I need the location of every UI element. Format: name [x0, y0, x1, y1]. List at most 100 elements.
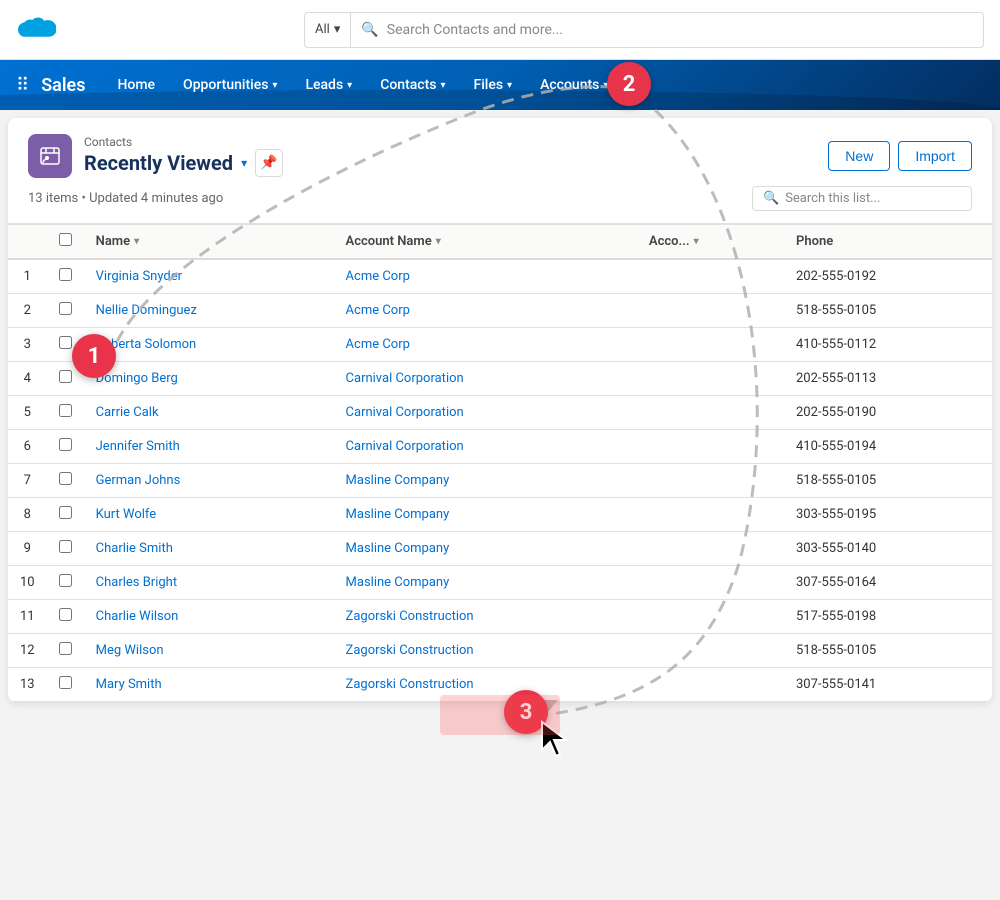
contact-name-link[interactable]: Jennifer Smith — [96, 439, 180, 454]
contact-name-link[interactable]: Domingo Berg — [96, 371, 178, 386]
table-row: 3 Roberta Solomon Acme Corp 410-555-0112 — [8, 328, 992, 362]
row-checkbox[interactable] — [59, 472, 72, 485]
acct2-sort[interactable]: Acco... ▾ — [649, 234, 772, 249]
row-checkbox-cell — [47, 532, 84, 566]
table-row: 10 Charles Bright Masline Company 307-55… — [8, 566, 992, 600]
pin-button[interactable]: 📌 — [255, 149, 283, 177]
row-checkbox-cell — [47, 668, 84, 702]
main-panel: Contacts Recently Viewed ▾ 📌 New Import … — [8, 118, 992, 702]
chevron-down-icon: ▾ — [334, 22, 341, 37]
col-name: Name ▾ — [84, 225, 334, 260]
table-row: 4 Domingo Berg Carnival Corporation 202-… — [8, 362, 992, 396]
account-sort[interactable]: Account Name ▾ — [346, 234, 625, 249]
row-acct2 — [637, 464, 784, 498]
row-acct2 — [637, 430, 784, 464]
row-name: Jennifer Smith — [84, 430, 334, 464]
row-checkbox[interactable] — [59, 574, 72, 587]
row-checkbox-cell — [47, 294, 84, 328]
account-name-link[interactable]: Masline Company — [346, 541, 450, 556]
sort-icon: ▾ — [694, 236, 699, 247]
row-checkbox[interactable] — [59, 336, 72, 349]
row-checkbox[interactable] — [59, 642, 72, 655]
row-phone: 202-555-0113 — [784, 362, 992, 396]
row-phone: 303-555-0140 — [784, 532, 992, 566]
contact-name-link[interactable]: Charlie Smith — [96, 541, 173, 556]
row-phone: 410-555-0112 — [784, 328, 992, 362]
search-icon: 🔍 — [763, 191, 779, 206]
row-checkbox[interactable] — [59, 540, 72, 553]
row-checkbox[interactable] — [59, 676, 72, 689]
nav-item-opportunities[interactable]: Opportunities ▾ — [171, 71, 289, 99]
row-name: Meg Wilson — [84, 634, 334, 668]
row-phone: 202-555-0192 — [784, 259, 992, 294]
row-acct2 — [637, 328, 784, 362]
view-dropdown-arrow[interactable]: ▾ — [241, 156, 247, 170]
chevron-down-icon: ▾ — [272, 80, 277, 91]
account-name-link[interactable]: Carnival Corporation — [346, 439, 464, 454]
row-acct2 — [637, 294, 784, 328]
row-checkbox[interactable] — [59, 506, 72, 519]
row-checkbox[interactable] — [59, 268, 72, 281]
nav-item-accounts[interactable]: Accounts ▾ — [528, 71, 620, 99]
row-phone: 410-555-0194 — [784, 430, 992, 464]
row-acct2 — [637, 498, 784, 532]
account-name-link[interactable]: Zagorski Construction — [346, 677, 474, 692]
account-name-link[interactable]: Acme Corp — [346, 303, 410, 318]
contact-name-link[interactable]: Carrie Calk — [96, 405, 159, 420]
row-checkbox[interactable] — [59, 608, 72, 621]
search-input-area[interactable]: 🔍 Search Contacts and more... — [351, 22, 983, 38]
contact-name-link[interactable]: Meg Wilson — [96, 643, 164, 658]
row-account: Masline Company — [334, 498, 637, 532]
row-checkbox[interactable] — [59, 438, 72, 451]
contact-name-link[interactable]: Charlie Wilson — [96, 609, 179, 624]
account-name-link[interactable]: Zagorski Construction — [346, 609, 474, 624]
nav-item-files[interactable]: Files ▾ — [461, 71, 524, 99]
row-name: Mary Smith — [84, 668, 334, 702]
grid-icon[interactable]: ⠿ — [16, 75, 29, 96]
list-search[interactable]: 🔍 Search this list... — [752, 186, 972, 211]
import-button[interactable]: Import — [898, 141, 972, 171]
contact-name-link[interactable]: Virginia Snyder — [96, 269, 182, 284]
row-checkbox-cell — [47, 328, 84, 362]
account-name-link[interactable]: Masline Company — [346, 575, 450, 590]
col-phone: Phone — [784, 225, 992, 260]
account-name-link[interactable]: Zagorski Construction — [346, 643, 474, 658]
contact-name-link[interactable]: Mary Smith — [96, 677, 162, 692]
row-checkbox[interactable] — [59, 302, 72, 315]
row-name: Nellie Dominguez — [84, 294, 334, 328]
search-icon: 🔍 — [361, 22, 378, 38]
contact-name-link[interactable]: Nellie Dominguez — [96, 303, 197, 318]
contacts-icon — [28, 134, 72, 178]
account-name-link[interactable]: Masline Company — [346, 507, 450, 522]
nav-item-contacts[interactable]: Contacts ▾ — [368, 71, 457, 99]
row-acct2 — [637, 600, 784, 634]
account-name-link[interactable]: Masline Company — [346, 473, 450, 488]
name-sort[interactable]: Name ▾ — [96, 234, 322, 249]
new-button[interactable]: New — [828, 141, 890, 171]
account-name-link[interactable]: Carnival Corporation — [346, 371, 464, 386]
table-row: 9 Charlie Smith Masline Company 303-555-… — [8, 532, 992, 566]
search-scope-dropdown[interactable]: All ▾ — [305, 13, 351, 47]
account-name-link[interactable]: Acme Corp — [346, 337, 410, 352]
table-row: 13 Mary Smith Zagorski Construction 307-… — [8, 668, 992, 702]
row-checkbox-cell — [47, 396, 84, 430]
contact-name-link[interactable]: German Johns — [96, 473, 181, 488]
row-number: 13 — [8, 668, 47, 702]
table-row: 12 Meg Wilson Zagorski Construction 518-… — [8, 634, 992, 668]
row-account: Masline Company — [334, 464, 637, 498]
contact-name-link[interactable]: Charles Bright — [96, 575, 177, 590]
row-account: Zagorski Construction — [334, 600, 637, 634]
account-name-link[interactable]: Carnival Corporation — [346, 405, 464, 420]
table-row: 6 Jennifer Smith Carnival Corporation 41… — [8, 430, 992, 464]
contact-name-link[interactable]: Kurt Wolfe — [96, 507, 157, 522]
select-all-checkbox[interactable] — [59, 233, 72, 246]
nav-item-home[interactable]: Home — [105, 71, 167, 99]
nav-item-leads[interactable]: Leads ▾ — [293, 71, 364, 99]
contact-name-link[interactable]: Roberta Solomon — [96, 337, 197, 352]
row-checkbox[interactable] — [59, 404, 72, 417]
row-checkbox-cell — [47, 464, 84, 498]
account-name-link[interactable]: Acme Corp — [346, 269, 410, 284]
row-acct2 — [637, 259, 784, 294]
row-phone: 303-555-0195 — [784, 498, 992, 532]
row-checkbox[interactable] — [59, 370, 72, 383]
